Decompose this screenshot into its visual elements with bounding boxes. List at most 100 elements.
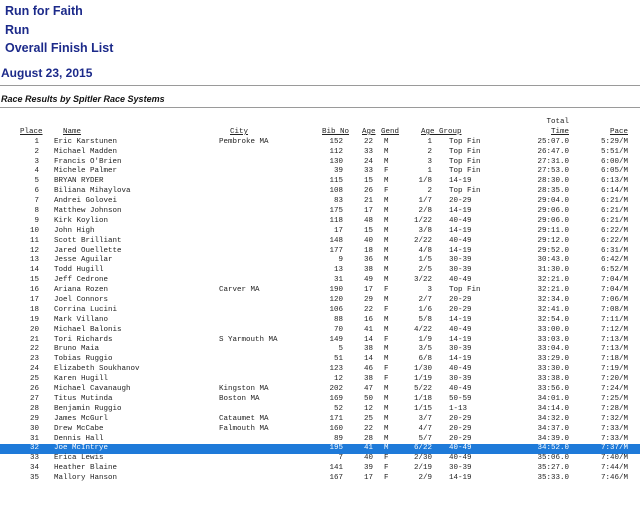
cell-city: Pembroke MA xyxy=(219,137,269,146)
col-age: Age xyxy=(362,127,376,136)
table-row[interactable]: 5 BRYAN RYDER 115 15 M 1/8 14-19 28:30.0 6:13/M xyxy=(0,177,640,187)
cell-name: Ariana Rozen xyxy=(54,286,109,295)
table-row[interactable]: 24 Elizabeth Soukhanov 123 46 F 1/30 40-49 33:3… xyxy=(0,365,640,375)
table-row[interactable]: 15 Jeff Cedrone 31 49 M 3/22 40-49 32:21.0 7:04/… xyxy=(0,276,640,286)
table-row[interactable]: 33 Erica Lewis 7 40 F 2/30 40-49 35:06.0 7:40/M xyxy=(0,454,640,464)
table-row[interactable]: 17 Joel Connors 120 29 M 2/7 20-29 32:34.0 7:06/… xyxy=(0,296,640,306)
cell-place: 15 xyxy=(29,276,39,285)
cell-age: 26 xyxy=(363,187,373,196)
table-row[interactable]: 34 Heather Blaine 141 39 F 2/19 30-39 35:27.0 7:… xyxy=(0,464,640,474)
table-row[interactable]: 14 Todd Hugill 13 38 M 2/5 30-39 31:30.0 6:52/M xyxy=(0,266,640,276)
cell-age: 38 xyxy=(363,345,373,354)
cell-group: Top Fin xyxy=(449,137,481,146)
cell-div: 6/8 xyxy=(418,355,432,364)
cell-gend: M xyxy=(384,216,389,225)
cell-time: 34:52.0 xyxy=(537,444,569,453)
table-row[interactable]: 28 Benjamin Ruggio 52 12 M 1/15 1-13 34:14.0 7:2… xyxy=(0,405,640,415)
cell-group: 14-19 xyxy=(449,246,472,255)
table-row[interactable]: 7 Andrei Golovei 83 21 M 1/7 20-29 29:04.0 6:21/… xyxy=(0,197,640,207)
cell-place: 18 xyxy=(29,305,39,314)
cell-place: 17 xyxy=(29,296,39,305)
cell-gend: M xyxy=(384,177,389,186)
table-row[interactable]: 32 Joe McIntrye 195 41 M 6/22 40-49 34:52.0 7:37… xyxy=(0,444,640,455)
cell-place: 24 xyxy=(29,365,39,374)
cell-pace: 7:04/M xyxy=(600,286,628,295)
cell-bib: 152 xyxy=(329,137,343,146)
cell-age: 47 xyxy=(363,385,373,394)
cell-pace: 6:22/M xyxy=(600,236,628,245)
cell-gend: F xyxy=(384,187,389,196)
table-row[interactable]: 11 Scott Brilliant 148 40 M 2/22 40-49 29:12.0 6… xyxy=(0,237,640,247)
cell-place: 28 xyxy=(29,404,39,413)
cell-name: Erica Lewis xyxy=(54,454,104,463)
cell-name: Tori Richards xyxy=(54,335,113,344)
cell-gend: M xyxy=(384,137,389,146)
cell-time: 34:37.0 xyxy=(537,424,569,433)
cell-bib: 202 xyxy=(329,385,343,394)
table-row[interactable]: 12 Jared Ouellette 177 18 M 4/8 14-19 29:52.0 6:… xyxy=(0,247,640,257)
table-row[interactable]: 25 Karen Hugill 12 38 F 1/19 30-39 33:38.0 7:20/… xyxy=(0,375,640,385)
cell-div: 1/8 xyxy=(418,177,432,186)
table-row[interactable]: 27 Titus Mutinda Boston MA 169 50 M 1/18 50-59 3… xyxy=(0,395,640,405)
table-row[interactable]: 31 Dennis Hall 89 28 M 5/7 20-29 34:39.0 7:33/M xyxy=(0,435,640,445)
cell-gend: F xyxy=(384,335,389,344)
cell-place: 25 xyxy=(29,375,39,384)
table-row[interactable]: 9 Kirk Koylion 118 48 M 1/22 40-49 29:06.0 6:21/… xyxy=(0,217,640,227)
cell-bib: 177 xyxy=(329,246,343,255)
table-row[interactable]: 16 Ariana Rozen Carver MA 190 17 F 3 Top Fin 32:… xyxy=(0,286,640,296)
cell-age: 22 xyxy=(363,305,373,314)
cell-gend: M xyxy=(384,385,389,394)
cell-gend: M xyxy=(384,197,389,206)
cell-bib: 112 xyxy=(329,147,343,156)
cell-gend: M xyxy=(384,325,389,334)
cell-gend: M xyxy=(384,226,389,235)
table-row[interactable]: 35 Mallory Hanson 167 17 F 2/9 14-19 35:33.0 7:4… xyxy=(0,474,640,484)
cell-time: 33:03.0 xyxy=(537,335,569,344)
cell-place: 2 xyxy=(34,147,39,156)
cell-pace: 7:44/M xyxy=(600,464,628,473)
table-row[interactable]: 23 Tobias Ruggio 51 14 M 6/8 14-19 33:29.0 7:18/… xyxy=(0,355,640,365)
cell-place: 30 xyxy=(29,424,39,433)
cell-place: 22 xyxy=(29,345,39,354)
table-row[interactable]: 1 Eric Karstunen Pembroke MA 152 22 M 1 Top Fin… xyxy=(0,138,640,148)
cell-pace: 6:42/M xyxy=(600,256,628,265)
cell-age: 12 xyxy=(363,404,373,413)
table-row[interactable]: 20 Michael Balonis 70 41 M 4/22 40-49 33:00.0 7:… xyxy=(0,326,640,336)
table-row[interactable]: 10 John High 17 15 M 3/8 14-19 29:11.0 6:22/M xyxy=(0,227,640,237)
table-row[interactable]: 26 Michael Cavanaugh Kingston MA 202 47 M 5/22… xyxy=(0,385,640,395)
table-row[interactable]: 18 Corrina Lucini 106 22 F 1/6 20-29 32:41.0 7:0… xyxy=(0,306,640,316)
cell-div: 1 xyxy=(427,137,432,146)
cell-div: 3/8 xyxy=(418,226,432,235)
table-row[interactable]: 30 Drew McCabe Falmouth MA 160 22 M 4/7 20-29 34… xyxy=(0,425,640,435)
cell-place: 29 xyxy=(29,414,39,423)
cell-time: 34:01.0 xyxy=(537,394,569,403)
table-row[interactable]: 29 James McGurl Cataumet MA 171 25 M 3/7 20-29 3… xyxy=(0,415,640,425)
table-row[interactable]: 3 Francis O'Brien 130 24 M 3 Top Fin 27:31.0 6:0… xyxy=(0,158,640,168)
table-row[interactable]: 8 Matthew Johnson 175 17 M 2/8 14-19 29:06.0 6:2… xyxy=(0,207,640,217)
table-row[interactable]: 19 Mark Villano 88 16 M 5/8 14-19 32:54.0 7:11/M xyxy=(0,316,640,326)
table-row[interactable]: 13 Jesse Aguilar 9 36 M 1/5 30-39 30:43.0 6:42/M xyxy=(0,256,640,266)
cell-time: 34:32.0 xyxy=(537,414,569,423)
table-row[interactable]: 22 Bruno Maia 5 38 M 3/5 30-39 33:04.0 7:13/M xyxy=(0,345,640,355)
cell-gend: M xyxy=(384,315,389,324)
table-row[interactable]: 4 Michele Palmer 39 33 F 1 Top Fin 27:53.0 6:05/… xyxy=(0,167,640,177)
cell-place: 34 xyxy=(29,464,39,473)
table-row[interactable]: 21 Tori Richards S Yarmouth MA 149 14 F 1/9 14-… xyxy=(0,336,640,346)
cell-age: 17 xyxy=(363,474,373,483)
cell-city: S Yarmouth MA xyxy=(219,335,278,344)
table-row[interactable]: 2 Michael Madden 112 33 M 2 Top Fin 26:47.0 5:51… xyxy=(0,148,640,158)
table-row[interactable]: 6 Biliana Mihaylova 108 26 F 2 Top Fin 28:35.0 6… xyxy=(0,187,640,197)
cell-pace: 7:37/M xyxy=(600,444,628,453)
cell-pace: 7:28/M xyxy=(600,404,628,413)
cell-div: 1/22 xyxy=(413,216,432,225)
cell-time: 29:06.0 xyxy=(537,207,569,216)
cell-pace: 6:21/M xyxy=(600,207,628,216)
cell-div: 1/6 xyxy=(418,305,432,314)
cell-group: 40-49 xyxy=(449,216,472,225)
cell-pace: 6:52/M xyxy=(600,266,628,275)
cell-age: 38 xyxy=(363,375,373,384)
cell-pace: 6:14/M xyxy=(600,187,628,196)
cell-time: 29:52.0 xyxy=(537,246,569,255)
cell-age: 40 xyxy=(363,236,373,245)
cell-age: 33 xyxy=(363,167,373,176)
